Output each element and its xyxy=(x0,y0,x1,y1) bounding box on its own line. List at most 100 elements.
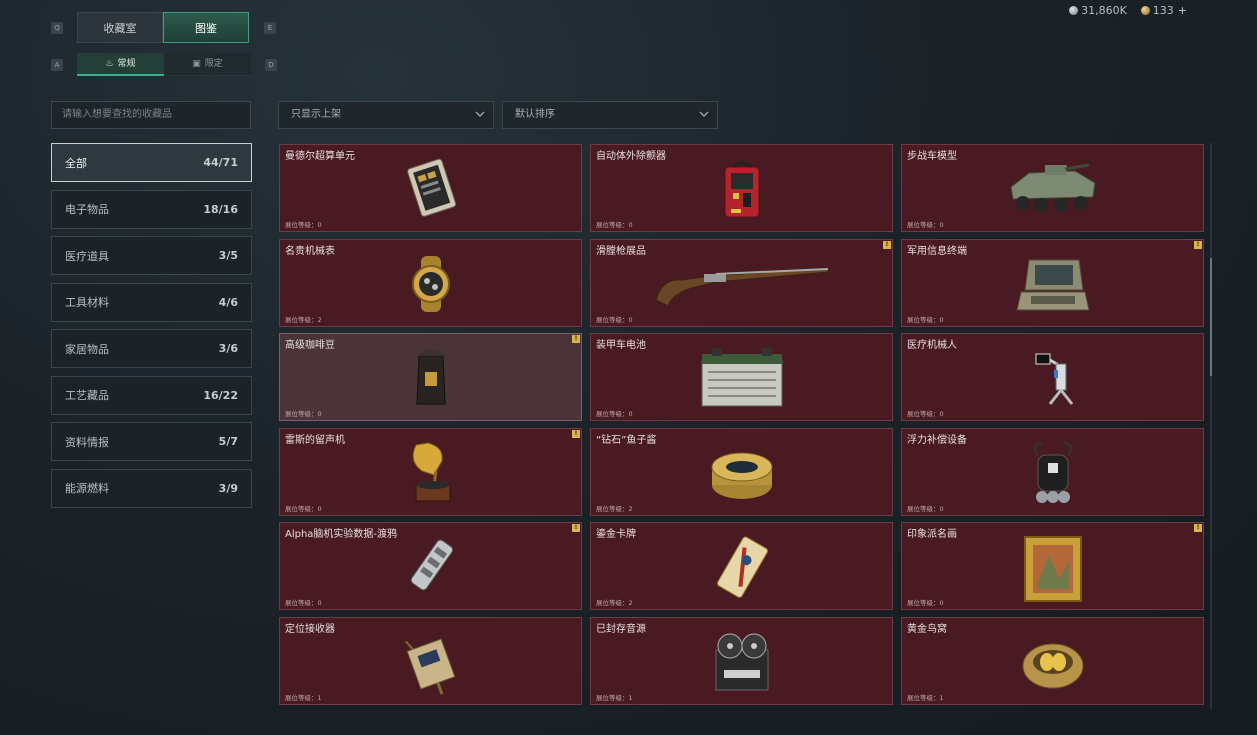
new-badge: ! xyxy=(883,240,891,249)
item-name: 自动体外除颤器 xyxy=(596,151,666,162)
item-name: 鎏金卡牌 xyxy=(596,529,636,540)
category-label: 工具材料 xyxy=(65,296,109,309)
category-count: 3/5 xyxy=(218,249,238,262)
scrollbar-thumb[interactable] xyxy=(1210,258,1212,376)
category-count: 5/7 xyxy=(218,435,238,448)
item-card[interactable]: 黄金鸟窝 展位等级：1 xyxy=(901,616,1204,705)
item-name: 医疗机械人 xyxy=(907,340,957,351)
item-name: 步战车模型 xyxy=(907,151,957,162)
sort-select[interactable]: 默认排序 xyxy=(502,101,718,129)
item-level: 展位等级：0 xyxy=(596,315,633,324)
item-card[interactable]: 滑膛枪展品 ! 展位等级：0 xyxy=(590,238,893,327)
item-card[interactable]: 名贵机械表 展位等级：2 xyxy=(279,238,582,327)
category-label: 电子物品 xyxy=(65,203,109,216)
musket-icon xyxy=(654,266,828,307)
category-all[interactable]: 全部 44/71 xyxy=(51,143,252,182)
item-level: 展位等级：0 xyxy=(907,410,944,418)
sort-value: 默认排序 xyxy=(515,109,555,120)
category-electronics[interactable]: 电子物品 18/16 xyxy=(51,189,252,229)
supercomputer-icon xyxy=(406,158,456,217)
category-count: 3/6 xyxy=(218,342,238,355)
category-household[interactable]: 家居物品 3/6 xyxy=(51,329,252,368)
item-name: 高级咖啡豆 xyxy=(285,340,335,351)
silver-coin-icon xyxy=(1069,6,1079,15)
add-currency-button[interactable]: + xyxy=(1178,4,1187,17)
terminal-icon xyxy=(1015,259,1090,310)
category-label: 家居物品 xyxy=(65,342,109,356)
item-card[interactable]: 医疗机械人 展位等级：0 xyxy=(901,333,1204,421)
painting-icon xyxy=(1023,536,1082,602)
item-card[interactable]: 印象派名画 ! 展位等级：0 xyxy=(901,522,1204,610)
item-card[interactable]: 装甲车电池 展位等级：0 xyxy=(590,333,893,421)
flame-icon: ♨ xyxy=(105,59,114,69)
item-card[interactable]: 军用信息终端 ! 展位等级：0 xyxy=(901,238,1204,327)
tab-regular-label: 常规 xyxy=(117,59,136,69)
item-level: 展位等级：0 xyxy=(285,410,322,418)
category-label: 医疗道具 xyxy=(65,249,109,263)
key-hint-d: D xyxy=(265,59,277,71)
item-card[interactable]: 步战车模型 展位等级：0 xyxy=(901,144,1204,232)
battery-icon xyxy=(701,348,782,407)
item-card[interactable]: 定位接收器 展位等级：1 xyxy=(279,616,582,705)
item-card[interactable]: Alpha脑机实验数据-渡鸦 ! 展位等级：0 xyxy=(279,522,582,610)
key-hint-a: A xyxy=(51,59,63,71)
tab-regular[interactable]: ♨ 常规 xyxy=(77,53,164,76)
main-tabs: 收藏室 图鉴 xyxy=(77,12,249,43)
item-card[interactable]: 自动体外除颤器 展位等级：0 xyxy=(590,144,893,232)
item-card[interactable]: 浮力补偿设备 展位等级：0 xyxy=(901,427,1204,516)
item-card[interactable]: 曼德尔超算单元 展位等级：0 xyxy=(279,144,582,232)
new-badge: ! xyxy=(572,524,580,532)
search-input[interactable]: 请输入想要查找的收藏品 xyxy=(51,101,251,129)
tab-collection-room[interactable]: 收藏室 xyxy=(77,12,163,43)
category-tools[interactable]: 工具材料 4/6 xyxy=(51,282,252,322)
category-intel[interactable]: 资料情报 5/7 xyxy=(51,422,252,461)
category-crafts[interactable]: 工艺藏品 16/22 xyxy=(51,375,252,415)
category-energy[interactable]: 能源燃料 3/9 xyxy=(51,468,252,508)
category-count: 4/6 xyxy=(218,295,238,309)
category-label: 工艺藏品 xyxy=(65,389,109,402)
silver-amount: 31,860K xyxy=(1081,4,1127,17)
item-name: 浮力补偿设备 xyxy=(907,434,967,446)
item-name: 装甲车电池 xyxy=(596,340,646,351)
chevron-down-icon xyxy=(475,111,485,117)
reel-recorder-icon xyxy=(715,633,768,690)
new-badge: ! xyxy=(1194,524,1202,532)
category-medical[interactable]: 医疗道具 3/5 xyxy=(51,236,252,275)
item-level: 展位等级：0 xyxy=(907,504,944,513)
new-badge: ! xyxy=(1194,240,1202,249)
gold-currency[interactable]: 133 + xyxy=(1140,4,1187,17)
item-level: 展位等级：0 xyxy=(907,315,944,324)
category-count: 3/9 xyxy=(218,481,238,495)
item-card[interactable]: 已封存音源 展位等级：1 xyxy=(590,616,893,705)
item-card[interactable]: 鎏金卡牌 展位等级：2 xyxy=(590,522,893,610)
shelf-filter-value: 只显示上架 xyxy=(291,109,341,120)
caviar-icon xyxy=(711,452,772,499)
shelf-filter-select[interactable]: 只显示上架 xyxy=(278,101,494,129)
item-name: 定位接收器 xyxy=(285,623,335,635)
item-card[interactable]: 雷斯的留声机 ! 展位等级：0 xyxy=(279,427,582,516)
scrollbar-track[interactable] xyxy=(1210,143,1212,709)
tab-codex[interactable]: 图鉴 xyxy=(163,12,249,43)
item-name: 已封存音源 xyxy=(596,623,646,635)
item-name: 雷斯的留声机 xyxy=(285,434,345,446)
item-level: 展位等级：1 xyxy=(907,693,944,702)
tab-limited-label: 限定 xyxy=(204,59,223,69)
item-card[interactable]: 高级咖啡豆 ! 展位等级：0 xyxy=(279,333,582,421)
new-badge: ! xyxy=(572,429,580,438)
medical-robot-icon xyxy=(1035,353,1073,405)
item-card[interactable]: “钻石”鱼子酱 展位等级：2 xyxy=(590,427,893,516)
chevron-down-icon xyxy=(699,111,709,117)
coffee-bag-icon xyxy=(415,350,446,405)
tab-limited[interactable]: ▣ 限定 xyxy=(164,53,251,76)
new-badge: ! xyxy=(572,335,580,343)
sub-tabs: ♨ 常规 ▣ 限定 xyxy=(77,53,251,76)
category-count: 18/16 xyxy=(203,202,238,216)
category-label: 资料情报 xyxy=(65,435,109,449)
item-name: 滑膛枪展品 xyxy=(596,245,646,257)
item-level: 展位等级：1 xyxy=(596,693,633,702)
item-level: 展位等级：2 xyxy=(596,599,633,607)
item-level: 展位等级：0 xyxy=(285,599,322,607)
item-level: 展位等级：0 xyxy=(285,221,322,229)
key-hint-e: E xyxy=(264,22,276,34)
category-list: 全部 44/71 电子物品 18/16 医疗道具 3/5 工具材料 4/6 家居物品 3/… xyxy=(51,143,252,515)
